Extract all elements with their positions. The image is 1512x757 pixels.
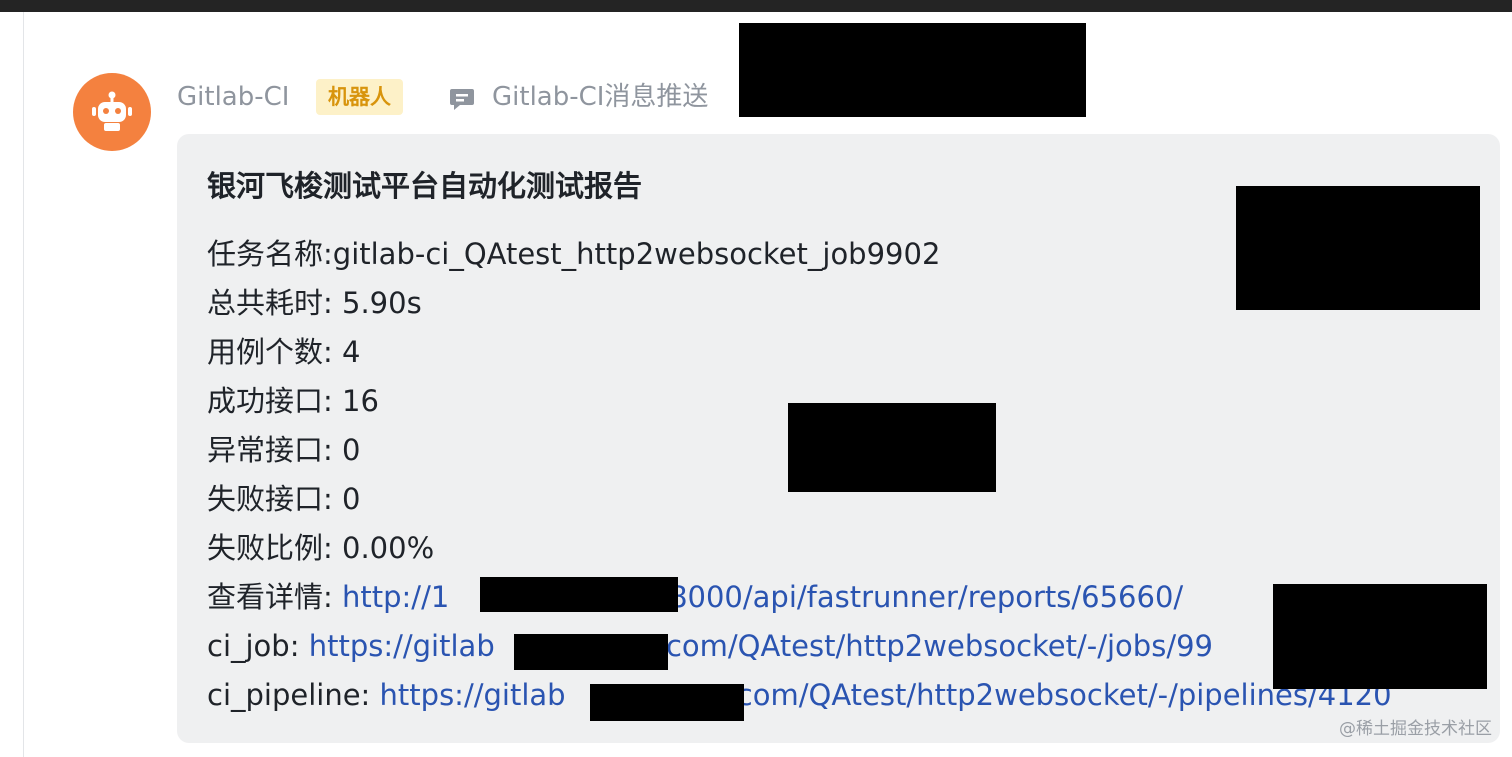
task-name-label: 任务名称: [207,237,333,271]
error-api-label: 异常接口: [207,433,342,467]
duration-label: 总共耗时: [207,286,342,320]
error-api-value: 0 [342,433,361,467]
duration-line: 总共耗时: 5.90s [207,283,422,323]
report-link-label: 查看详情: [207,580,342,614]
group-name[interactable]: Gitlab-CI消息推送 [492,81,708,113]
redaction-block [739,23,1086,117]
ci-pipeline-line: ci_pipeline: https://gitlab .com/QAtest/h… [207,675,1392,715]
error-api-line: 异常接口: 0 [207,430,360,470]
report-link-prefix[interactable]: http://1 [342,580,449,614]
report-link-line: 查看详情: http://1 :8000/api/fastrunner/repor… [207,577,1183,617]
bot-badge: 机器人 [316,79,403,115]
site-watermark: @稀土掘金技术社区 [1339,719,1492,739]
redaction-block [514,634,668,670]
top-window-bar [0,0,1512,12]
robot-icon [92,91,132,131]
failure-rate-value: 0.00% [342,531,435,565]
case-count-label: 用例个数: [207,335,342,369]
redaction-block [1236,186,1480,310]
ci-pipeline-link-prefix[interactable]: https://gitlab [380,678,566,712]
chat-bubble-icon [448,84,476,116]
duration-value: 5.90s [342,286,422,320]
case-count-value: 4 [342,335,361,369]
success-api-line: 成功接口: 16 [207,381,379,421]
ci-job-link-suffix[interactable]: .com/QAtest/http2websocket/-/jobs/99 [657,629,1213,663]
chat-divider [23,12,24,757]
report-title: 银河飞梭测试平台自动化测试报告 [207,169,643,203]
failed-api-line: 失败接口: 0 [207,479,360,519]
failure-rate-line: 失败比例: 0.00% [207,528,434,568]
case-count-line: 用例个数: 4 [207,332,360,372]
success-api-value: 16 [342,384,379,418]
success-api-label: 成功接口: [207,384,342,418]
task-name-value: gitlab-ci_QAtest_http2websocket_job9902 [332,237,941,271]
ci-job-link-prefix[interactable]: https://gitlab [309,629,495,663]
task-name-line: 任务名称:gitlab-ci_QAtest_http2websocket_job… [207,234,940,274]
redaction-block [590,684,744,721]
sender-avatar[interactable] [73,73,151,151]
report-link-suffix[interactable]: :8000/api/fastrunner/reports/65660/ [659,580,1183,614]
ci-job-label: ci_job: [207,629,309,663]
ci-job-line: ci_job: https://gitlab .com/QAtest/http2w… [207,626,1213,666]
redaction-block [1273,584,1487,689]
redaction-block [480,577,678,612]
redaction-block [788,403,996,492]
sender-name[interactable]: Gitlab-CI [177,81,289,113]
failed-api-value: 0 [342,482,361,516]
failed-api-label: 失败接口: [207,482,342,516]
failure-rate-label: 失败比例: [207,531,342,565]
ci-pipeline-label: ci_pipeline: [207,678,380,712]
